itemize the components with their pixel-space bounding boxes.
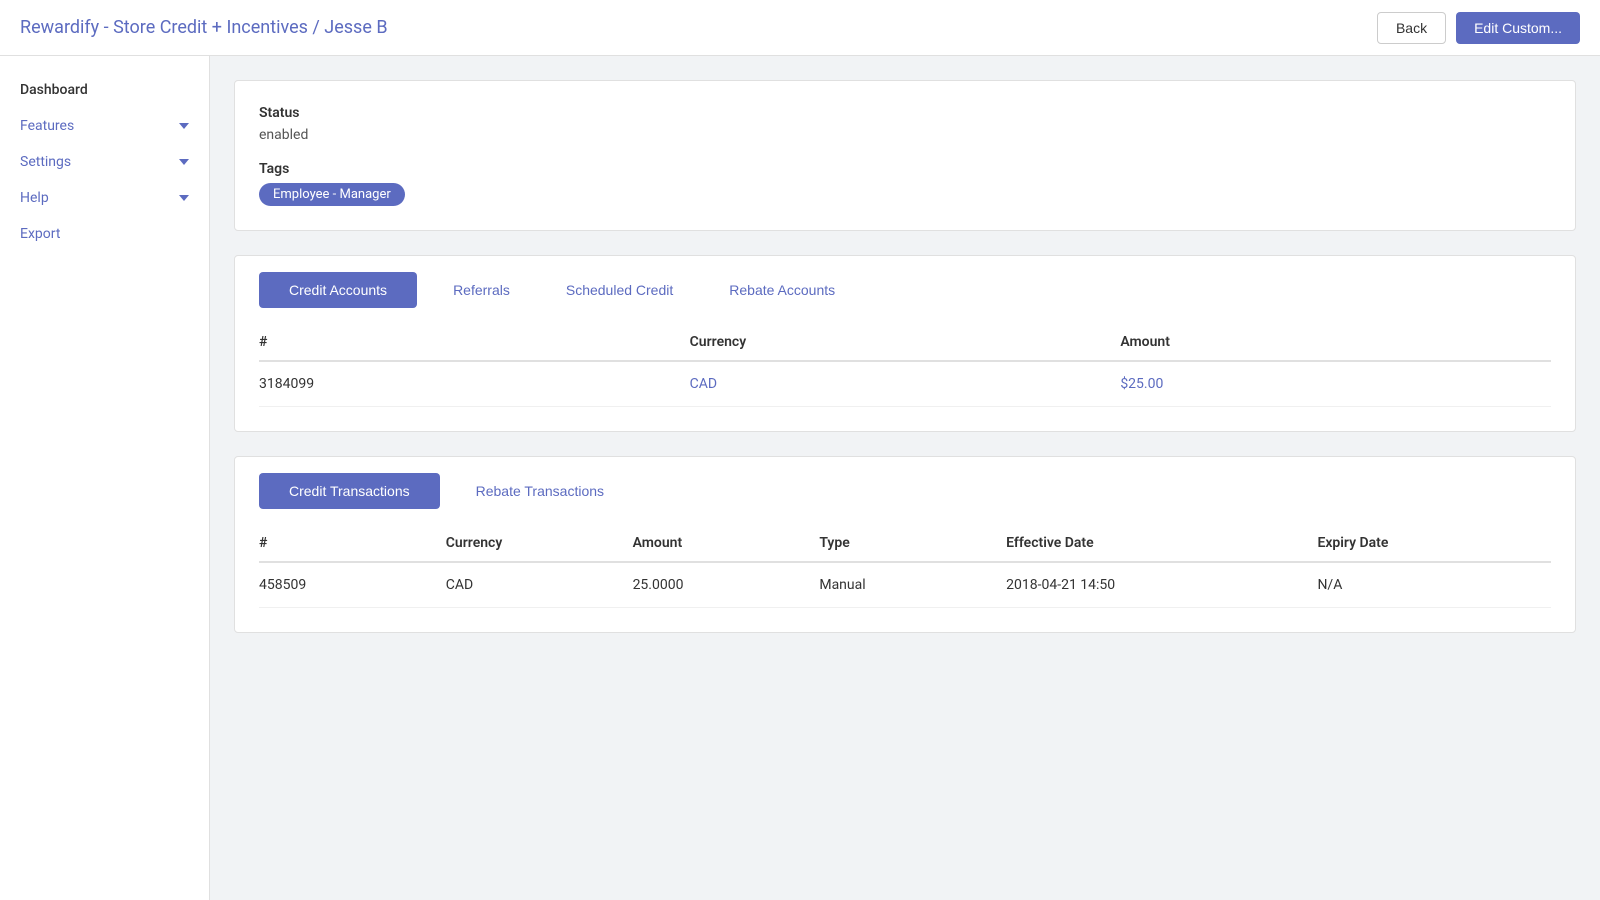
credit-transactions-header-row: # Currency Amount Type Effective Date Ex… [259,525,1551,562]
col-header-amount: Amount [1120,324,1551,361]
sidebar-item-settings[interactable]: Settings [0,144,209,180]
employee-manager-tag: Employee - Manager [259,183,405,206]
tab-rebate-accounts[interactable]: Rebate Accounts [709,272,855,308]
chevron-down-icon [179,159,189,165]
credit-transactions-tab-bar: Credit Transactions Rebate Transactions [235,457,1575,509]
credit-accounts-table-wrapper: # Currency Amount 3184099 CAD $25.00 [235,308,1575,431]
customer-info-card: Status enabled Tags Employee - Manager [234,80,1576,231]
credit-transactions-table: # Currency Amount Type Effective Date Ex… [259,525,1551,608]
col-tx-currency: Currency [446,525,633,562]
sidebar-dashboard-label: Dashboard [20,82,88,98]
col-tx-id: # [259,525,446,562]
sidebar-item-dashboard[interactable]: Dashboard [0,72,209,108]
cell-tx-id: 458509 [259,562,446,608]
header-title: Rewardify - Store Credit + Incentives / … [20,17,388,38]
tab-credit-accounts[interactable]: Credit Accounts [259,272,417,308]
tab-scheduled-credit[interactable]: Scheduled Credit [546,272,693,308]
customer-name: Jesse B [324,17,387,38]
cell-amount: $25.00 [1120,361,1551,407]
sidebar: Dashboard Features Settings Help Export [0,56,210,900]
cell-tx-effective-date: 2018-04-21 14:50 [1006,562,1317,608]
chevron-down-icon [179,195,189,201]
col-tx-amount: Amount [633,525,820,562]
col-tx-expiry-date: Expiry Date [1317,525,1551,562]
header: Rewardify - Store Credit + Incentives / … [0,0,1600,56]
status-value: enabled [259,127,1551,143]
sidebar-item-help[interactable]: Help [0,180,209,216]
cell-tx-expiry-date: N/A [1317,562,1551,608]
sidebar-item-export[interactable]: Export [0,216,209,252]
cell-tx-currency: CAD [446,562,633,608]
sidebar-help-label: Help [20,190,49,206]
chevron-down-icon [179,123,189,129]
cell-currency[interactable]: CAD [690,361,1121,407]
header-buttons: Back Edit Custom... [1377,12,1580,44]
tags-container: Employee - Manager [259,183,1551,206]
edit-customer-button[interactable]: Edit Custom... [1456,12,1580,44]
cell-tx-type: Manual [819,562,1006,608]
app-name: Rewardify - Store Credit + Incentives [20,17,308,38]
sidebar-export-label: Export [20,226,60,242]
cell-id: 3184099 [259,361,690,407]
credit-accounts-table: # Currency Amount 3184099 CAD $25.00 [259,324,1551,407]
sidebar-item-features[interactable]: Features [0,108,209,144]
sidebar-settings-label: Settings [20,154,71,170]
col-tx-type: Type [819,525,1006,562]
cell-tx-amount: 25.0000 [633,562,820,608]
col-header-currency: Currency [690,324,1121,361]
header-separator: / [312,17,324,38]
credit-transactions-table-wrapper: # Currency Amount Type Effective Date Ex… [235,509,1575,632]
credit-accounts-tab-bar: Credit Accounts Referrals Scheduled Cred… [235,256,1575,308]
back-button[interactable]: Back [1377,12,1446,44]
credit-transactions-card: Credit Transactions Rebate Transactions … [234,456,1576,633]
customer-info-body: Status enabled Tags Employee - Manager [235,81,1575,230]
credit-accounts-header-row: # Currency Amount [259,324,1551,361]
credit-accounts-card: Credit Accounts Referrals Scheduled Cred… [234,255,1576,432]
table-row: 458509 CAD 25.0000 Manual 2018-04-21 14:… [259,562,1551,608]
tab-credit-transactions[interactable]: Credit Transactions [259,473,440,509]
col-tx-effective-date: Effective Date [1006,525,1317,562]
tab-rebate-transactions[interactable]: Rebate Transactions [456,473,624,509]
status-label: Status [259,105,1551,121]
table-row: 3184099 CAD $25.00 [259,361,1551,407]
main-layout: Dashboard Features Settings Help Export … [0,56,1600,900]
tab-referrals[interactable]: Referrals [433,272,530,308]
sidebar-features-label: Features [20,118,74,134]
main-content: Status enabled Tags Employee - Manager C… [210,56,1600,900]
tags-label: Tags [259,161,1551,177]
col-header-id: # [259,324,690,361]
